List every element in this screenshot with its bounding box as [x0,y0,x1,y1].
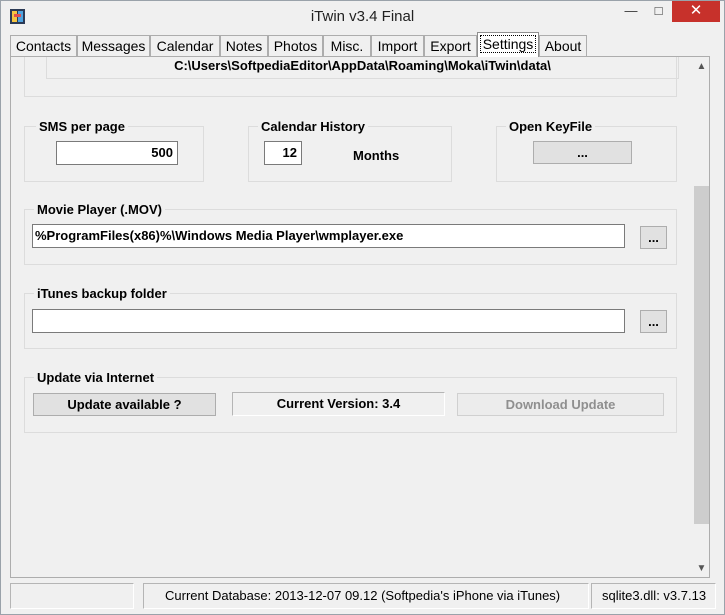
tab-photos[interactable]: Photos [268,35,323,57]
update-available-button[interactable]: Update available ? [33,393,216,416]
minimize-button[interactable]: — [617,1,645,22]
open-keyfile-button[interactable]: ... [533,141,632,164]
tab-settings-label: Settings [479,35,537,53]
tab-calendar[interactable]: Calendar [150,35,220,57]
sms-per-page-input[interactable]: 500 [56,141,178,165]
data-folder-group: C:\Users\SoftpediaEditor\AppData\Roaming… [24,57,679,97]
scroll-down-arrow-icon[interactable]: ▼ [693,560,709,577]
sms-label: SMS per page [36,119,128,134]
calendar-history-input[interactable]: 12 [264,141,302,165]
tab-about[interactable]: About [539,35,587,57]
window-title: iTwin v3.4 Final [310,8,415,25]
app-window: iTwin v3.4 Final — □ ✕ Contacts Messages… [0,0,725,615]
movie-player-browse-button[interactable]: ... [640,226,667,249]
itunes-backup-path-input[interactable] [32,309,625,333]
data-path-display: C:\Users\SoftpediaEditor\AppData\Roaming… [46,57,679,79]
tab-messages[interactable]: Messages [77,35,150,57]
tab-settings[interactable]: Settings [477,32,539,57]
download-update-button: Download Update [457,393,664,416]
close-button[interactable]: ✕ [672,1,720,22]
settings-panel: C:\Users\SoftpediaEditor\AppData\Roaming… [10,56,710,578]
update-label: Update via Internet [34,370,158,385]
calendar-history-label: Calendar History [258,119,369,134]
tab-notes[interactable]: Notes [220,35,268,57]
scroll-up-arrow-icon[interactable]: ▲ [693,58,709,75]
movie-player-path-input[interactable]: %ProgramFiles(x86)%\Windows Media Player… [32,224,625,248]
vertical-scrollbar[interactable]: ▲ ▼ [693,58,709,577]
maximize-button[interactable]: □ [645,1,672,22]
status-cell-empty [10,583,134,609]
open-keyfile-label: Open KeyFile [506,119,596,134]
tab-contacts[interactable]: Contacts [10,35,77,57]
tab-misc[interactable]: Misc. [323,35,371,57]
tab-import[interactable]: Import [371,35,424,57]
itunes-backup-label: iTunes backup folder [34,286,170,301]
title-bar[interactable]: iTwin v3.4 Final — □ ✕ [1,1,724,32]
itunes-backup-browse-button[interactable]: ... [640,310,667,333]
current-database-status: Current Database: 2013-12-07 09.12 (Soft… [143,583,589,609]
status-bar: Current Database: 2013-12-07 09.12 (Soft… [10,583,716,609]
months-label: Months [353,148,400,163]
sqlite-version-status: sqlite3.dll: v3.7.13 [591,583,716,609]
scroll-thumb[interactable] [694,186,709,524]
movie-player-label: Movie Player (.MOV) [34,202,165,217]
current-version-display: Current Version: 3.4 [232,392,445,416]
tab-export[interactable]: Export [424,35,477,57]
